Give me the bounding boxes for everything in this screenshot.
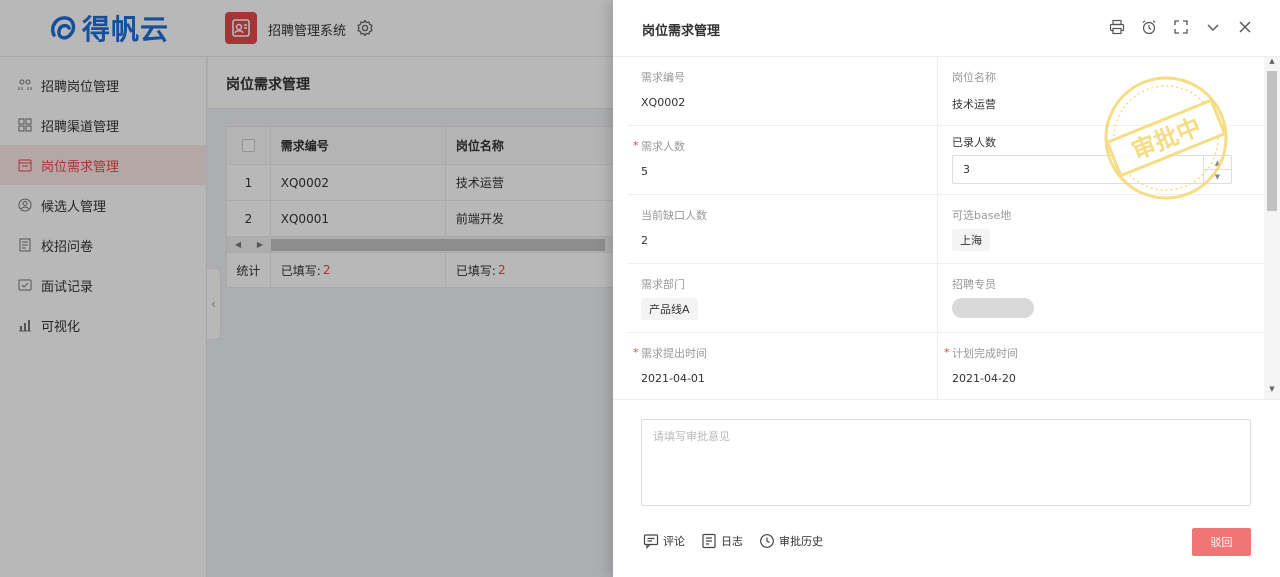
required-mark: *: [944, 346, 950, 359]
drawer-actions: 评论 日志 审批历史: [643, 533, 823, 549]
field-label: 需求部门: [641, 278, 685, 291]
field-label: 需求提出时间: [641, 347, 707, 360]
field-value: 2021-04-20: [952, 372, 1016, 385]
approval-comment-input[interactable]: 请填写审批意见: [641, 419, 1251, 506]
required-mark: *: [633, 139, 639, 152]
field-value: XQ0002: [641, 96, 686, 109]
log-label: 日志: [721, 535, 743, 548]
history-label: 审批历史: [779, 535, 823, 548]
field-value: 5: [641, 165, 648, 178]
alarm-clock-icon[interactable]: [1140, 18, 1158, 36]
approval-stamp: 审批中: [1104, 76, 1228, 200]
scroll-up-icon[interactable]: ▲: [1264, 57, 1280, 71]
field-value: 2: [641, 234, 648, 247]
drawer-title: 岗位需求管理: [642, 24, 721, 39]
detail-drawer: 岗位需求管理 需求编号 XQ0002 岗位名称 技术运营 * 需求人数 5 已录…: [613, 0, 1280, 577]
recruiter-avatar-pill: [952, 298, 1034, 318]
form-row: 需求部门 产品线A 招聘专员: [627, 264, 1264, 333]
comment-label: 评论: [663, 535, 685, 548]
comment-icon: [643, 534, 659, 549]
scroll-down-icon[interactable]: ▼: [1264, 385, 1280, 399]
field-headcount: * 需求人数 5: [627, 126, 937, 194]
field-gap: 当前缺口人数 2: [627, 195, 937, 263]
vertical-scrollbar[interactable]: ▲ ▼: [1264, 57, 1280, 399]
field-department: 需求部门 产品线A: [627, 264, 937, 332]
field-label: 招聘专员: [952, 278, 996, 291]
department-tag: 产品线A: [641, 298, 698, 320]
scrollbar-thumb[interactable]: [1267, 71, 1277, 211]
field-label: 计划完成时间: [952, 347, 1018, 360]
field-plan-date: * 计划完成时间 2021-04-20: [937, 333, 1264, 399]
modal-overlay[interactable]: [0, 0, 613, 577]
field-label: 需求人数: [641, 140, 685, 153]
log-button[interactable]: 日志: [701, 533, 743, 549]
form-row: * 需求提出时间 2021-04-01 * 计划完成时间 2021-04-20: [627, 333, 1264, 399]
drawer-toolbar: [1108, 18, 1254, 36]
field-label: 可选base地: [952, 209, 1012, 222]
fullscreen-icon[interactable]: [1172, 18, 1190, 36]
field-label: 当前缺口人数: [641, 209, 707, 222]
comment-button[interactable]: 评论: [643, 533, 685, 549]
reject-button[interactable]: 驳回: [1192, 528, 1251, 556]
print-icon[interactable]: [1108, 18, 1126, 36]
log-icon: [702, 533, 716, 549]
field-code: 需求编号 XQ0002: [627, 57, 937, 125]
chevron-down-icon[interactable]: [1204, 18, 1222, 36]
history-icon: [760, 534, 774, 548]
field-label: 需求编号: [641, 71, 685, 84]
approval-history-button[interactable]: 审批历史: [759, 533, 823, 549]
divider: [613, 399, 1280, 400]
drawer-header: 岗位需求管理: [613, 0, 1280, 57]
field-recruiter: 招聘专员: [937, 264, 1264, 332]
field-value: 2021-04-01: [641, 372, 705, 385]
base-tag: 上海: [952, 229, 990, 251]
number-input-value[interactable]: 3: [963, 163, 970, 176]
close-icon[interactable]: [1236, 18, 1254, 36]
required-mark: *: [633, 346, 639, 359]
field-submit-date: * 需求提出时间 2021-04-01: [627, 333, 937, 399]
